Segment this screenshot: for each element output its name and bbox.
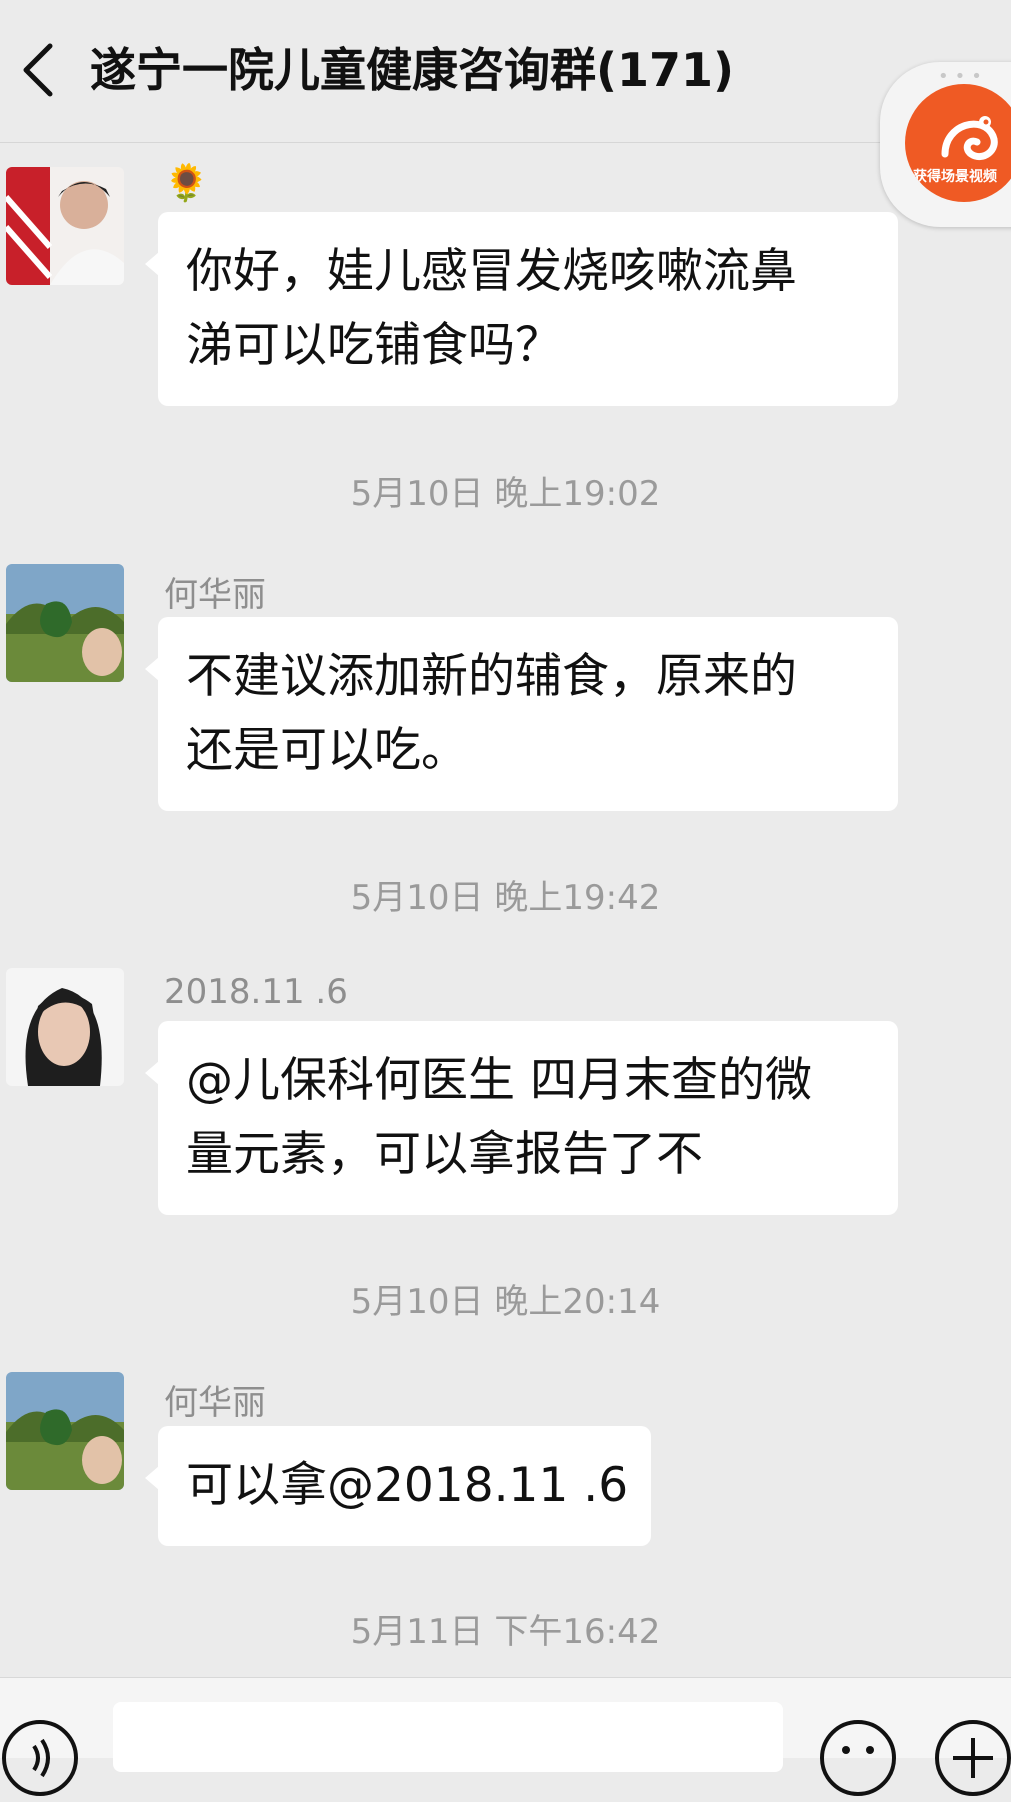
avatar-image (6, 968, 124, 1086)
message-line: 量元素，可以拿报告了不 (186, 1127, 703, 1182)
timestamp: 5月10日 晚上20:14 (350, 1282, 661, 1322)
voice-button[interactable] (0, 1718, 80, 1798)
widget-label: 获得场景视频 (913, 169, 997, 185)
avatar[interactable] (6, 1372, 124, 1490)
emoji-button[interactable] (818, 1718, 898, 1798)
timestamp: 5月10日 晚上19:02 (350, 474, 661, 514)
timestamp: 5月11日 下午16:42 (350, 1612, 661, 1652)
chat-title: 遂宁一院儿童健康咨询群(171) (90, 43, 735, 97)
plus-icon (935, 1720, 1011, 1796)
message-bubble[interactable]: @儿保科何医生 四月末查的微 量元素，可以拿报告了不 (145, 1021, 898, 1215)
message-bubble[interactable]: 你好，娃儿感冒发烧咳嗽流鼻 涕可以吃铺食吗？ (145, 212, 898, 406)
timestamp: 5月10日 晚上19:42 (350, 878, 661, 918)
input-bar (0, 1677, 1011, 1796)
message-input[interactable] (113, 1702, 783, 1772)
message-line: 你好，娃儿感冒发烧咳嗽流鼻 (186, 244, 797, 299)
emoji-icon (820, 1720, 896, 1796)
voice-icon (2, 1720, 78, 1796)
message-line: 不建议添加新的辅食，原来的 (186, 649, 797, 704)
sender-name: 🌻 (164, 163, 209, 204)
message-bubble[interactable]: 不建议添加新的辅食，原来的 还是可以吃。 (145, 617, 898, 811)
avatar-image (6, 1372, 124, 1490)
avatar[interactable] (6, 167, 124, 285)
avatar-image (6, 167, 124, 285)
sender-name: 何华丽 (164, 1383, 266, 1423)
message-line: 涕可以吃铺食吗？ (186, 318, 562, 373)
top-bar: 遂宁一院儿童健康咨询群(171) (0, 0, 1011, 143)
message-line: 可以拿@2018.11 .6 (186, 1458, 629, 1513)
avatar[interactable] (6, 564, 124, 682)
sender-name: 何华丽 (164, 575, 266, 615)
avatar[interactable] (6, 968, 124, 1086)
sender-name: 2018.11 .6 (164, 972, 348, 1012)
more-button[interactable] (933, 1718, 1011, 1798)
message-bubble[interactable]: 可以拿@2018.11 .6 (145, 1426, 651, 1546)
message-line: 还是可以吃。 (186, 723, 468, 778)
avatar-image (6, 564, 124, 682)
floating-video-widget[interactable]: ••• 获得场景视频 (880, 62, 1011, 227)
back-button[interactable] (14, 40, 64, 100)
chevron-left-icon (23, 43, 53, 97)
message-line: @儿保科何医生 四月末查的微 (186, 1053, 812, 1108)
widget-logo: 获得场景视频 (905, 84, 1011, 202)
